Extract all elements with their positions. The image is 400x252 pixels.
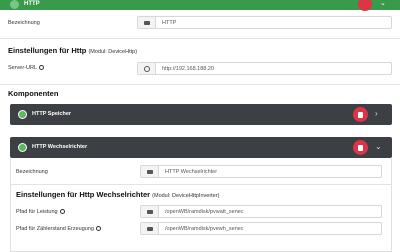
component-http-speicher[interactable]: HTTP Speicher ›	[10, 104, 392, 125]
bezeichnung-label: Bezeichnung	[8, 20, 40, 26]
component-http-wechselrichter[interactable]: HTTP Wechselrichter ⌄	[10, 137, 392, 158]
device-title: HTTP	[24, 1, 40, 7]
card-icon	[138, 17, 156, 28]
server-url-field[interactable]: http://192.168.188.20	[137, 62, 392, 75]
chevron-right-icon[interactable]: ›	[375, 109, 378, 119]
help-icon[interactable]	[95, 226, 101, 232]
inverter-bezeichnung-label: Bezeichnung	[16, 169, 48, 175]
inverter-bezeichnung-field[interactable]: HTTP Wechselrichter	[140, 165, 382, 178]
chevron-down-icon[interactable]: ⌄	[380, 0, 386, 8]
device-header[interactable]: HTTP ⌄	[0, 0, 400, 11]
card-icon	[141, 166, 159, 177]
card-icon	[141, 206, 159, 217]
power-path-label: Pfad für Leistung	[16, 209, 65, 215]
globe-icon	[138, 63, 156, 74]
counter-path-field[interactable]: /openWB/ramdisk/pvewh_senec	[140, 222, 382, 235]
components-heading: Komponenten	[8, 89, 59, 98]
component-title: HTTP Speicher	[32, 111, 72, 117]
help-icon[interactable]	[39, 65, 45, 71]
divider	[0, 84, 400, 85]
trash-icon[interactable]	[353, 140, 368, 155]
settings-heading: Einstellungen für Http (Modul: DeviceHtt…	[8, 46, 138, 55]
bezeichnung-field[interactable]: HTTP	[137, 16, 392, 29]
server-url-label: Server-URL	[8, 65, 45, 71]
status-dot	[18, 143, 27, 152]
status-dot	[18, 110, 27, 119]
delete-device-button[interactable]	[358, 0, 372, 11]
power-path-field[interactable]: /openWB/ramdisk/pvwatt_senec	[140, 205, 382, 218]
help-icon[interactable]	[59, 209, 65, 215]
divider	[0, 38, 400, 39]
card-icon	[141, 223, 159, 234]
divider	[10, 184, 392, 185]
status-dot	[10, 0, 19, 9]
component-title: HTTP Wechselrichter	[32, 144, 88, 150]
trash-icon[interactable]	[353, 107, 368, 122]
counter-path-label: Pfad für Zählerstand Erzeugung	[16, 226, 101, 232]
inverter-settings-heading: Einstellungen für Http Wechselrichter (M…	[16, 190, 220, 199]
chevron-down-icon[interactable]: ⌄	[375, 142, 382, 152]
